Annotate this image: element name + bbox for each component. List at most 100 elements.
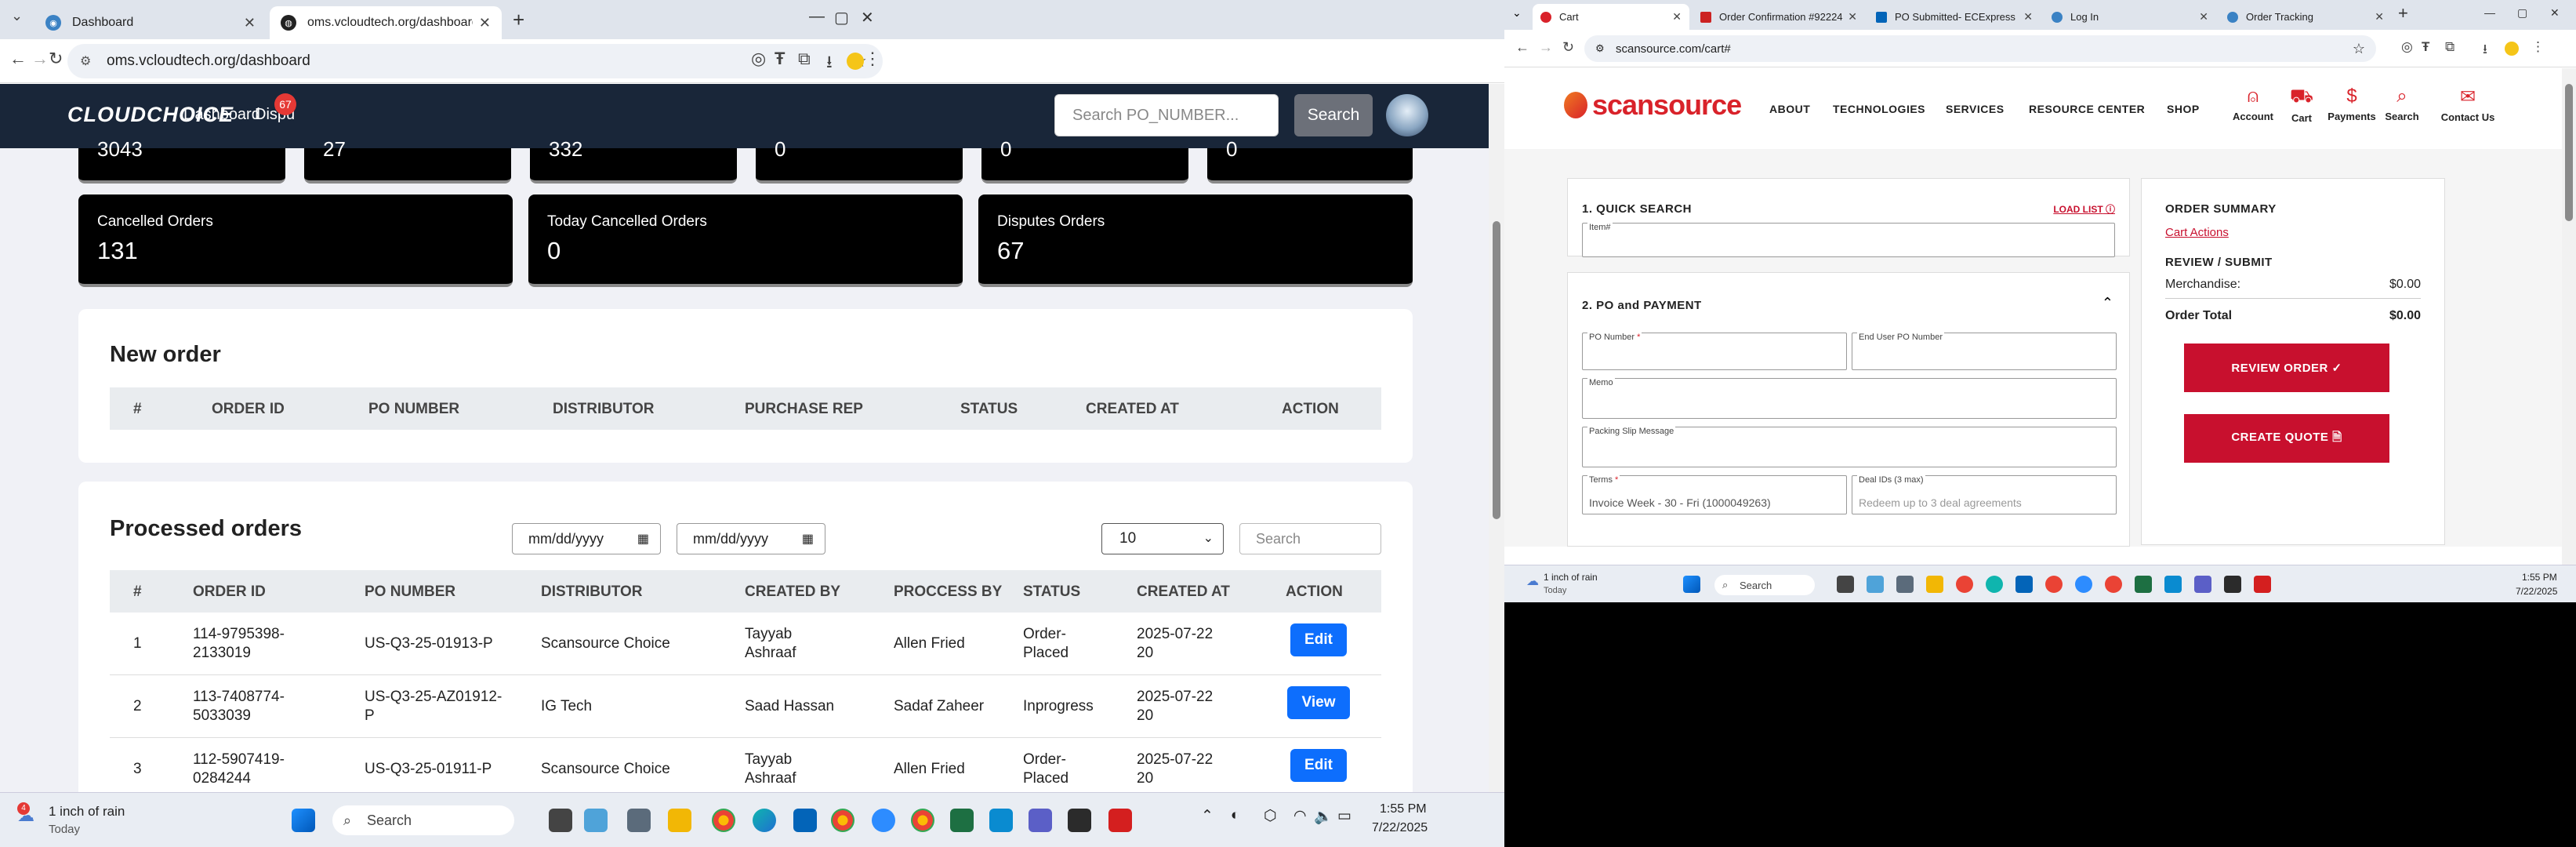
contact-link[interactable]: ✉ Contact Us [2433,85,2503,123]
po-search-input[interactable]: Search PO_NUMBER... [1054,94,1279,136]
weather-icon[interactable]: ☁ [1526,573,1539,589]
memo-field[interactable]: Memo [1582,378,2117,419]
forward-icon[interactable]: → [1539,39,1553,56]
tab-cart[interactable]: Cart ✕ [1533,4,1689,30]
maximize-icon[interactable]: ▢ [834,8,849,27]
translate-icon[interactable]: ◎ [2401,39,2413,55]
tab-po-submitted[interactable]: PO Submitted- ECExpress - ✕ [1868,4,2041,30]
weather-text[interactable]: 1 inch of rain [1544,572,1598,583]
calculator-icon[interactable] [1896,576,1914,593]
forward-icon[interactable]: → [31,49,49,69]
weather-text[interactable]: 1 inch of rain [49,804,125,820]
cart-link[interactable]: ⛟ Cart [2274,85,2329,124]
to-date-input[interactable]: mm/dd/yyyy ▦ [677,523,825,554]
window-close-icon[interactable]: ✕ [861,8,874,27]
battery-icon[interactable]: ▭ [1337,807,1351,825]
menu-icon[interactable]: ⋮ [864,49,881,69]
reader-icon[interactable]: Ŧ [2422,39,2429,55]
task-view-icon[interactable] [1837,576,1854,593]
download-icon[interactable]: ⭳ [2483,39,2487,62]
nav-shop[interactable]: SHOP [2167,103,2200,115]
profile-icon[interactable] [847,53,864,70]
menu-icon[interactable]: ⋮ [2531,39,2545,55]
edge-icon[interactable] [753,809,776,832]
file-explorer-icon[interactable] [668,809,691,832]
chrome-profile-icon[interactable] [911,809,934,832]
window-close-icon[interactable]: ✕ [2550,6,2560,20]
packing-slip-field[interactable]: Packing Slip Message [1582,427,2117,467]
page-size-select[interactable]: 10 ⌄ [1101,523,1224,554]
excel-icon[interactable] [2135,576,2152,593]
account-link[interactable]: ⍝ Account [2226,85,2280,122]
item-input[interactable]: Item# [1582,223,2115,257]
windows-start-icon[interactable] [292,809,315,832]
tab-order-tracking[interactable]: Order Tracking ✕ [2219,4,2392,30]
zoom-icon[interactable] [2075,576,2092,593]
cart-actions-link[interactable]: Cart Actions [2165,226,2229,239]
chrome-profile-icon[interactable] [831,809,854,832]
outlook-icon[interactable] [793,809,817,832]
nav-technologies[interactable]: TECHNOLOGIES [1833,103,1925,115]
close-icon[interactable]: ✕ [2199,10,2208,24]
tab-search-icon[interactable]: ⌄ [11,8,23,24]
taskbar-search[interactable]: ⌕ Search [1714,575,1815,595]
tray-chevron-icon[interactable]: ⌃ [1201,807,1214,825]
profile-icon[interactable] [2505,42,2519,56]
po-number-field[interactable]: PO Number * [1582,333,1847,370]
scrollbar-thumb[interactable] [1493,221,1500,519]
scansource-logo[interactable]: scansource [1564,89,1742,122]
end-user-po-field[interactable]: End User PO Number [1852,333,2117,370]
app-icon[interactable] [2164,576,2182,593]
chevron-up-icon[interactable]: ⌃ [2102,295,2113,311]
edit-button[interactable]: Edit [1290,623,1347,656]
tab-dashboard[interactable]: ◉ Dashboard ✕ [34,6,267,39]
task-view-icon[interactable] [549,809,572,832]
close-icon[interactable]: ✕ [1848,10,1857,24]
clock-date[interactable]: 7/22/2025 [2516,586,2557,597]
load-list-link[interactable]: LOAD LIST ⓘ [2053,202,2115,216]
nav-dashboard[interactable]: Dashboard [183,106,260,124]
site-info-icon[interactable]: ⚙ [80,53,91,69]
chrome-icon[interactable] [712,809,735,832]
minimize-icon[interactable]: — [2484,6,2495,19]
tray-app-icon[interactable]: ⬡ [1264,807,1277,825]
chrome-icon[interactable] [1956,576,1973,593]
url-field[interactable]: ⚙ scansource.com/cart# ☆ [1584,35,2376,62]
close-icon[interactable]: ✕ [1672,10,1682,24]
app-icon[interactable] [1068,809,1091,832]
excel-icon[interactable] [950,809,974,832]
view-button[interactable]: View [1287,686,1350,719]
new-tab-icon[interactable]: + [513,8,524,32]
user-avatar[interactable] [1386,94,1428,136]
windows-start-icon[interactable] [1683,576,1700,593]
chrome-profile-icon[interactable] [2105,576,2122,593]
minimize-icon[interactable]: — [809,8,825,26]
back-icon[interactable]: ← [1515,39,1529,56]
tray-app-icon[interactable]: ◐ [1231,807,1239,824]
app-icon[interactable] [2224,576,2241,593]
back-icon[interactable]: ← [9,49,27,69]
nav-about[interactable]: ABOUT [1769,103,1810,115]
clock-date[interactable]: 7/22/2025 [1372,821,1428,835]
extensions-icon[interactable]: ⧉ [2445,39,2454,55]
app-icon[interactable] [1867,576,1884,593]
reload-icon[interactable]: ↻ [1562,39,1574,56]
review-order-button[interactable]: REVIEW ORDER ✓ [2184,344,2389,392]
chrome-profile-icon[interactable] [2045,576,2063,593]
close-icon[interactable]: ✕ [479,15,491,31]
deal-ids-field[interactable]: Deal IDs (3 max) Redeem up to 3 deal agre… [1852,475,2117,514]
tab-oms-dashboard[interactable]: ◍ oms.vcloudtech.org/dashboard ✕ [270,6,502,39]
scrollbar-thumb[interactable] [2565,84,2573,221]
edit-button[interactable]: Edit [1290,749,1347,782]
translate-icon[interactable]: ◎ [751,49,766,69]
edge-icon[interactable] [1986,576,2003,593]
tab-log-in[interactable]: Log In ✕ [2044,4,2216,30]
new-tab-icon[interactable]: + [2398,3,2408,24]
calculator-icon[interactable] [627,809,651,832]
app-icon[interactable] [584,809,608,832]
acrobat-icon[interactable] [1108,809,1132,832]
tab-search-icon[interactable]: ⌄ [1512,6,1522,20]
extensions-icon[interactable]: ⧉ [798,49,811,69]
maximize-icon[interactable]: ▢ [2517,6,2527,20]
search-button[interactable]: Search [1294,94,1373,136]
